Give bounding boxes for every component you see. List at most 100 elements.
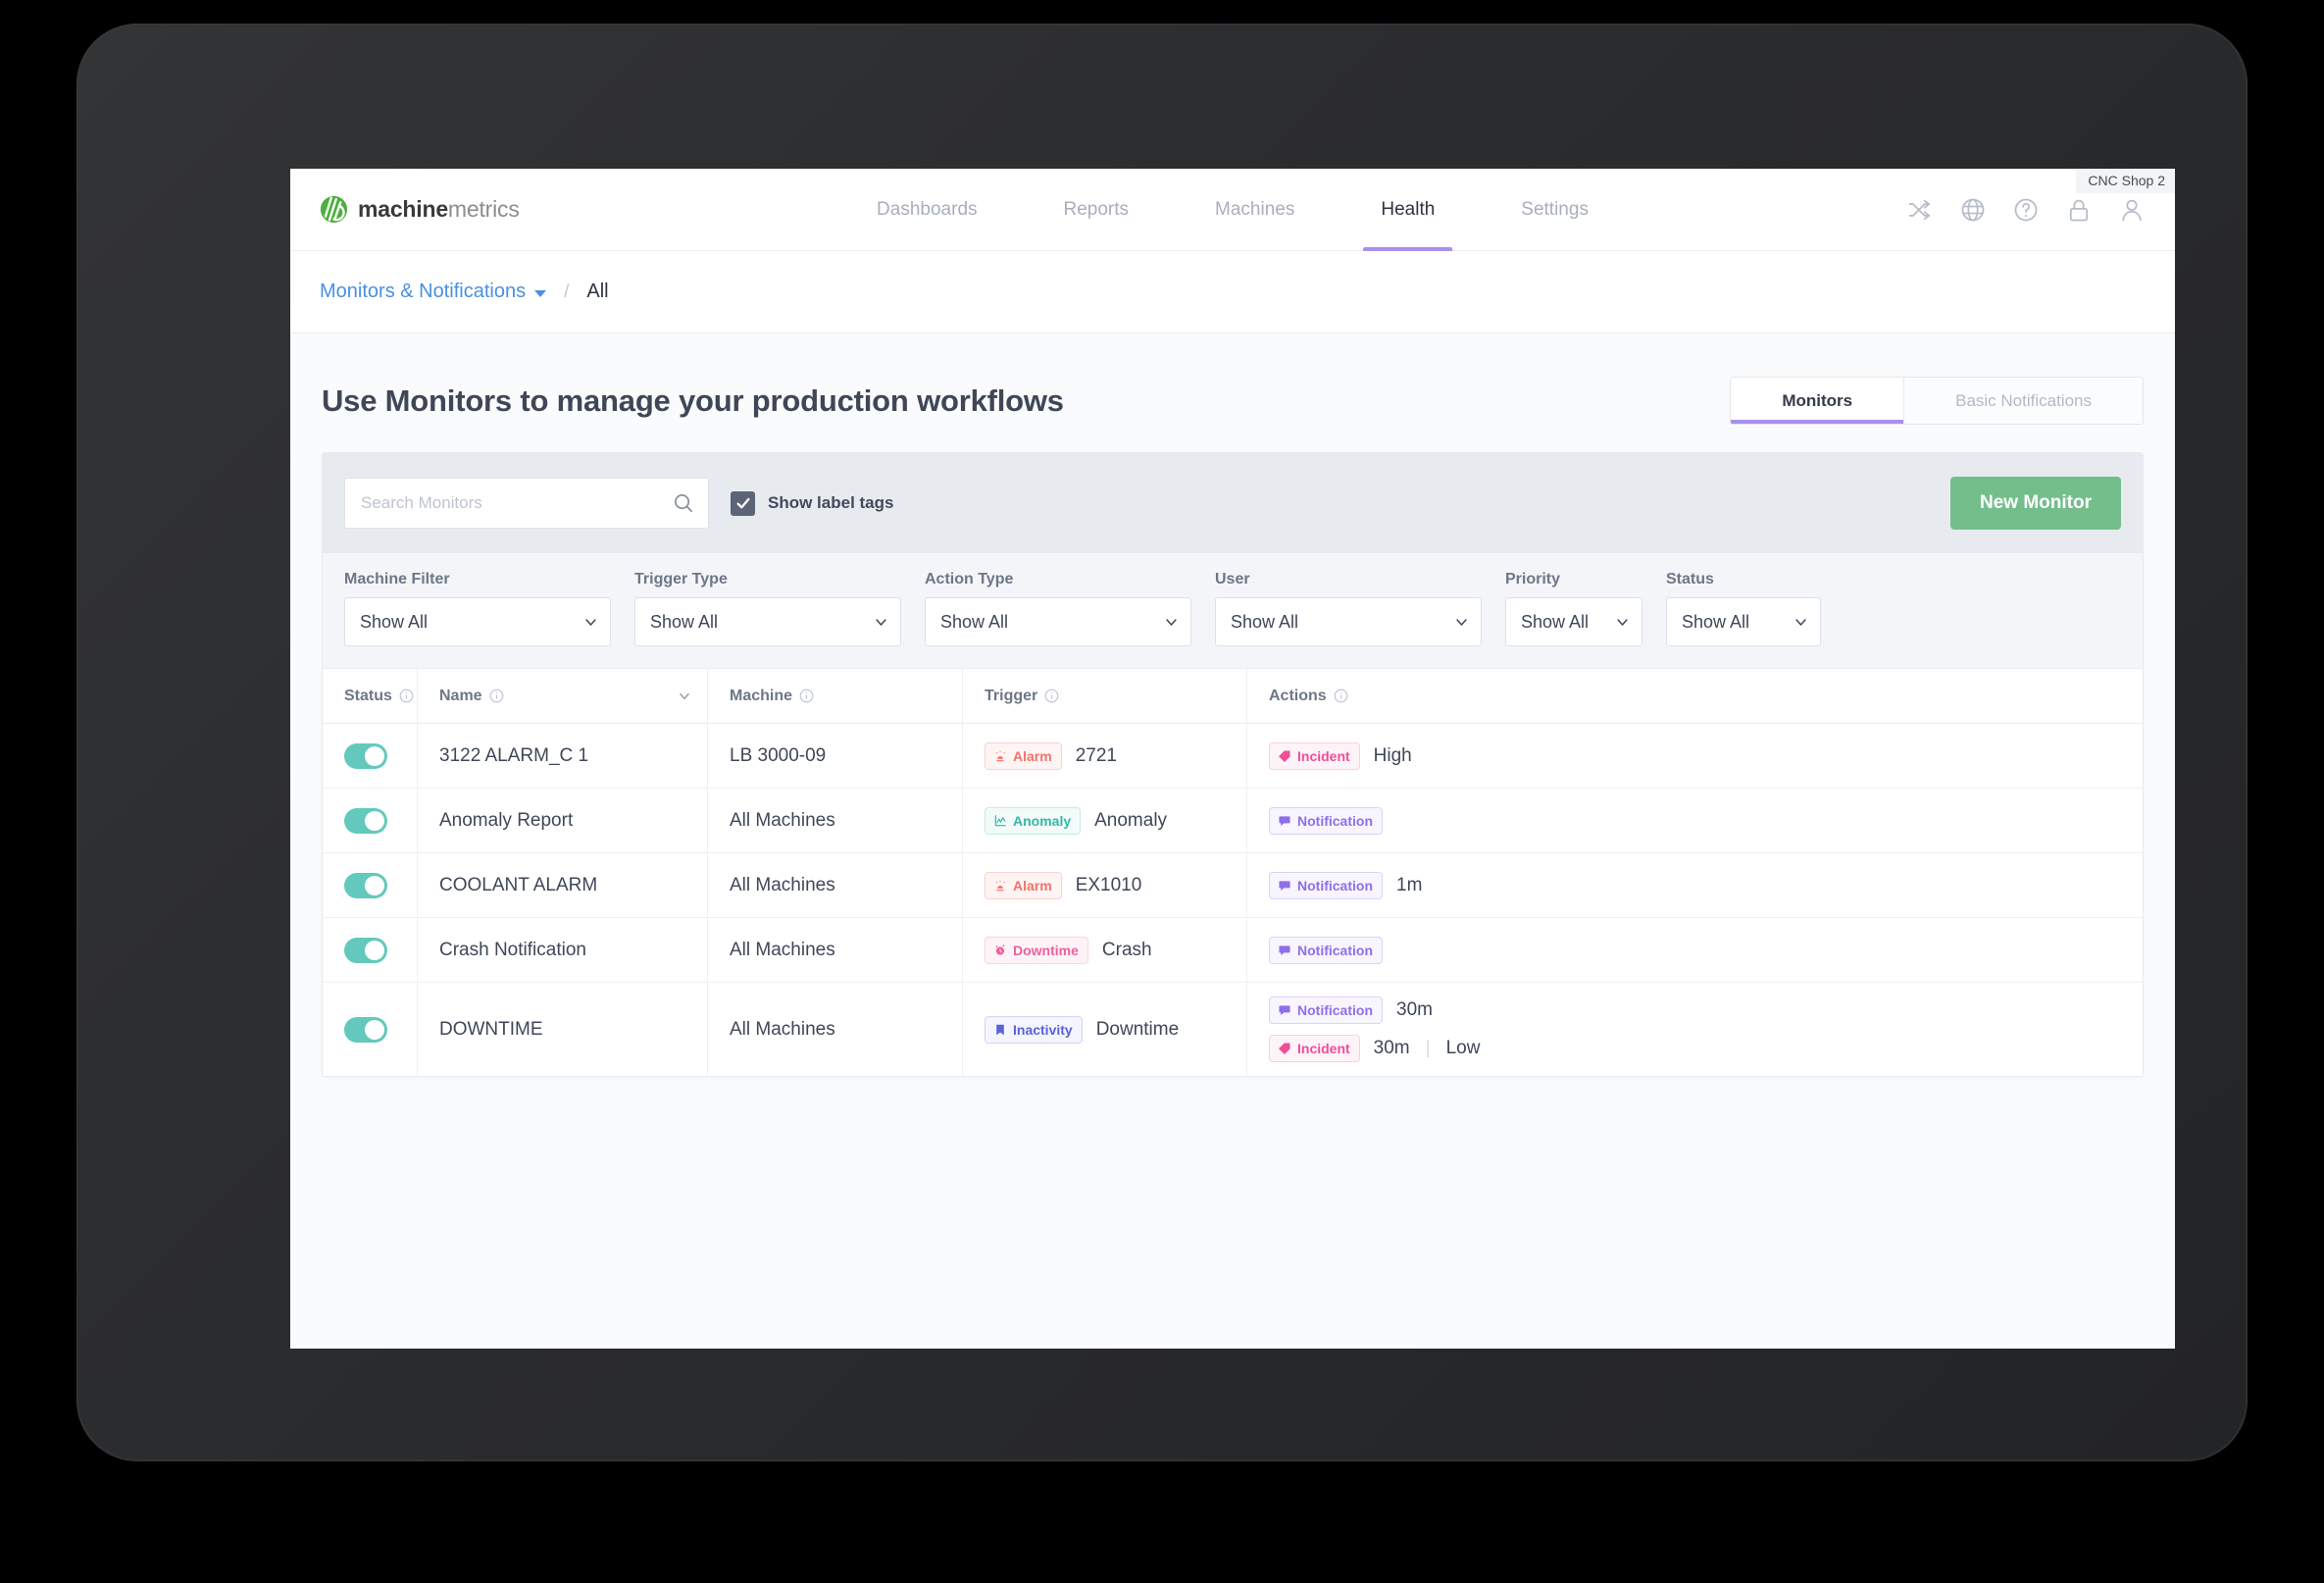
- monitor-enable-toggle[interactable]: [344, 872, 387, 898]
- monitor-enable-toggle[interactable]: [344, 937, 387, 963]
- monitor-name: COOLANT ALARM: [439, 874, 598, 895]
- nav-item-health[interactable]: Health: [1338, 169, 1478, 251]
- cell-name[interactable]: 3122 ALARM_C 1: [417, 724, 707, 788]
- trigger-badge-label: Anomaly: [1013, 812, 1072, 829]
- tab-monitors[interactable]: Monitors: [1731, 378, 1904, 424]
- action-badge-incident[interactable]: Incident: [1269, 1035, 1360, 1062]
- monitor-name: Anomaly Report: [439, 809, 574, 831]
- cell-name[interactable]: COOLANT ALARM: [417, 853, 707, 917]
- monitors-table-body: 3122 ALARM_C 1 LB 3000-09 Alarm 2721 Inciden…: [323, 724, 2143, 1076]
- table-row[interactable]: Crash Notification All Machines Downtime Cr…: [323, 918, 2143, 983]
- action-value: 1m: [1396, 874, 1423, 895]
- filter-trigger-type: Trigger Type Show All: [634, 571, 901, 646]
- table-row[interactable]: Anomaly Report All Machines Anomaly Anomaly…: [323, 789, 2143, 853]
- monitor-enable-toggle[interactable]: [344, 1016, 387, 1043]
- filter-priority: Priority Show All: [1505, 571, 1642, 646]
- breadcrumb-dropdown-caret-icon[interactable]: [534, 290, 547, 297]
- info-icon[interactable]: [1334, 689, 1348, 703]
- cell-actions: Notification: [1246, 918, 2143, 982]
- cell-status: [323, 853, 417, 917]
- action-value: High: [1373, 744, 1412, 766]
- filter-status-select[interactable]: Show All: [1666, 597, 1821, 646]
- filter-priority-select[interactable]: Show All: [1505, 597, 1642, 646]
- show-label-tags-toggle[interactable]: Show label tags: [731, 490, 893, 516]
- nav-item-settings[interactable]: Settings: [1478, 169, 1632, 251]
- tablet-device-frame: machinemetrics Dashboards Reports Machin…: [76, 24, 2248, 1461]
- trigger-badge-downtime[interactable]: Downtime: [985, 936, 1088, 964]
- column-header-trigger-label: Trigger: [985, 687, 1038, 704]
- column-header-name[interactable]: Name: [417, 669, 707, 723]
- globe-icon[interactable]: [1959, 196, 1987, 224]
- toggle-knob: [365, 745, 384, 766]
- action-badge-row: Notification: [1269, 806, 1383, 835]
- nav-item-reports[interactable]: Reports: [1021, 169, 1173, 251]
- trigger-badge-alarm[interactable]: Alarm: [985, 871, 1062, 899]
- search-input[interactable]: [344, 478, 709, 529]
- cell-name[interactable]: Anomaly Report: [417, 789, 707, 852]
- search-icon[interactable]: [672, 491, 694, 514]
- brand-logo[interactable]: machinemetrics: [320, 195, 520, 224]
- column-header-trigger: Trigger: [962, 669, 1246, 723]
- show-label-tags-checkbox[interactable]: [731, 490, 755, 516]
- monitor-name: 3122 ALARM_C 1: [439, 744, 589, 766]
- filter-user-label: User: [1215, 571, 1250, 587]
- cell-name[interactable]: DOWNTIME: [417, 983, 707, 1076]
- action-badge-notification[interactable]: Notification: [1269, 871, 1383, 899]
- filter-machine-label: Machine Filter: [344, 571, 450, 587]
- trigger-badge-inactivity[interactable]: Inactivity: [985, 1015, 1083, 1044]
- action-badge-notification[interactable]: Notification: [1269, 996, 1383, 1024]
- cell-name[interactable]: Crash Notification: [417, 918, 707, 982]
- account-label[interactable]: CNC Shop 2: [2076, 169, 2175, 193]
- breadcrumb-link-monitors-notifications[interactable]: Monitors & Notifications: [320, 281, 526, 303]
- breadcrumb-separator: /: [564, 281, 570, 302]
- trigger-badge-alarm[interactable]: Alarm: [985, 741, 1062, 770]
- nav-item-dashboards[interactable]: Dashboards: [834, 169, 1020, 251]
- action-badge-row: Incident High: [1269, 741, 1412, 770]
- table-row[interactable]: DOWNTIME All Machines Inactivity Downtime No…: [323, 983, 2143, 1076]
- filter-trigger-type-label: Trigger Type: [634, 571, 728, 587]
- filter-bar: Machine Filter Show All Trigger Type Sho…: [323, 553, 2143, 669]
- info-icon[interactable]: [799, 689, 814, 703]
- nav-item-machines[interactable]: Machines: [1172, 169, 1338, 251]
- shuffle-icon[interactable]: [1906, 196, 1934, 224]
- tab-basic-notifications[interactable]: Basic Notifications: [1903, 378, 2143, 424]
- monitor-machine: All Machines: [730, 1018, 835, 1040]
- brand-text-light: metrics: [447, 196, 520, 222]
- tag-icon: [1279, 749, 1290, 762]
- filter-action-type-select[interactable]: Show All: [925, 597, 1191, 646]
- info-icon[interactable]: [399, 689, 414, 703]
- monitor-enable-toggle[interactable]: [344, 807, 387, 834]
- action-badge-label: Notification: [1297, 812, 1373, 829]
- info-icon[interactable]: [1044, 689, 1059, 703]
- cell-trigger: Downtime Crash: [962, 918, 1246, 982]
- filter-machine-select[interactable]: Show All: [344, 597, 611, 646]
- lock-icon[interactable]: [2065, 196, 2093, 224]
- trigger-badge-label: Alarm: [1013, 747, 1052, 764]
- filter-user-select[interactable]: Show All: [1215, 597, 1482, 646]
- action-badge-row: Notification 1m: [1269, 871, 1423, 899]
- toggle-knob: [365, 875, 384, 895]
- cell-actions: Notification 1m: [1246, 853, 2143, 917]
- filter-user: User Show All: [1215, 571, 1482, 646]
- column-header-machine: Machine: [707, 669, 962, 723]
- table-row[interactable]: COOLANT ALARM All Machines Alarm EX1010 Noti…: [323, 853, 2143, 918]
- main-nav-links: Dashboards Reports Machines Health Setti…: [834, 169, 1632, 251]
- info-icon[interactable]: [489, 689, 504, 703]
- new-monitor-button[interactable]: New Monitor: [1950, 477, 2121, 530]
- trigger-badge-anomaly[interactable]: Anomaly: [985, 806, 1082, 835]
- user-icon[interactable]: [2118, 196, 2146, 224]
- monitor-enable-toggle[interactable]: [344, 742, 387, 769]
- action-badge-notification[interactable]: Notification: [1269, 936, 1383, 964]
- table-row[interactable]: 3122 ALARM_C 1 LB 3000-09 Alarm 2721 Inciden…: [323, 724, 2143, 789]
- column-header-name-label: Name: [439, 687, 482, 704]
- filter-trigger-type-select-wrapper: Show All: [634, 597, 901, 646]
- table-header-row: Status Name Machine Trigger Actions: [323, 669, 2143, 724]
- filter-machine-select-wrapper: Show All: [344, 597, 611, 646]
- sort-chevron-down-icon[interactable]: [678, 689, 691, 703]
- help-circle-icon[interactable]: [2012, 196, 2040, 224]
- trigger-badge-label: Downtime: [1013, 942, 1079, 958]
- action-badge-incident[interactable]: Incident: [1269, 741, 1360, 770]
- action-badge-notification[interactable]: Notification: [1269, 806, 1383, 835]
- filter-trigger-type-select[interactable]: Show All: [634, 597, 901, 646]
- page-title: Use Monitors to manage your production w…: [322, 383, 1064, 418]
